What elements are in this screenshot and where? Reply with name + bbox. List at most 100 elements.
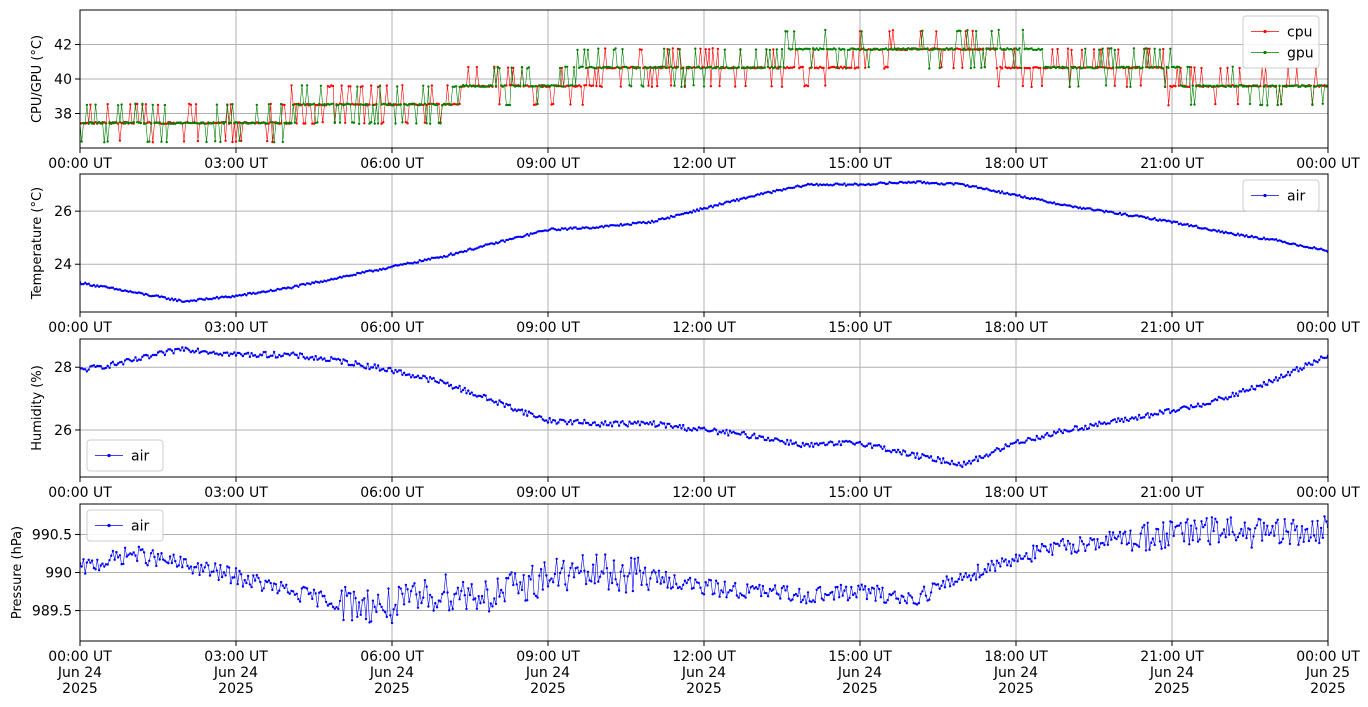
data-point xyxy=(439,600,442,603)
data-point xyxy=(1098,420,1101,423)
data-point xyxy=(883,445,886,448)
data-point xyxy=(921,590,924,593)
data-point xyxy=(782,585,785,588)
data-point xyxy=(900,453,903,456)
data-point xyxy=(104,366,108,370)
data-point xyxy=(1172,534,1175,538)
data-point xyxy=(815,588,818,591)
data-point xyxy=(1153,216,1156,220)
data-point xyxy=(552,102,555,106)
data-point xyxy=(1325,356,1328,359)
data-point xyxy=(375,610,378,614)
data-point xyxy=(647,84,650,87)
data-point xyxy=(189,103,193,107)
data-point xyxy=(413,582,416,585)
data-point xyxy=(974,30,978,33)
data-point xyxy=(692,586,695,590)
data-point xyxy=(238,139,241,142)
data-point xyxy=(434,601,437,605)
data-point xyxy=(144,122,148,125)
data-point xyxy=(990,559,993,563)
data-point xyxy=(935,460,938,463)
data-point xyxy=(1033,557,1037,560)
data-point xyxy=(1273,378,1276,382)
data-point xyxy=(1011,558,1014,561)
data-point xyxy=(1203,523,1207,527)
data-point xyxy=(1075,425,1078,428)
data-point xyxy=(361,599,364,602)
data-point xyxy=(649,221,652,225)
data-point xyxy=(305,84,309,87)
data-point xyxy=(673,574,676,577)
data-point xyxy=(300,84,304,87)
data-point xyxy=(179,555,182,558)
legend-swatch-marker xyxy=(1263,193,1267,198)
data-point xyxy=(297,285,300,288)
data-point xyxy=(155,353,158,357)
data-point xyxy=(955,580,959,583)
data-point xyxy=(309,591,312,594)
data-point xyxy=(671,586,674,589)
data-point xyxy=(1184,85,1188,89)
data-point xyxy=(711,47,714,50)
data-point xyxy=(1318,541,1321,545)
data-point xyxy=(957,461,960,464)
data-point xyxy=(940,584,943,587)
data-point xyxy=(378,85,382,88)
data-point xyxy=(564,420,567,423)
data-point xyxy=(761,584,765,588)
data-point xyxy=(1039,550,1042,553)
data-point xyxy=(437,381,440,384)
data-point xyxy=(460,85,463,89)
data-point xyxy=(304,122,307,125)
chart-panel-3: 26 28 00:00 UT 03:00 UT 06:00 UT 09:00 UT 12:0… xyxy=(30,338,1360,501)
data-point xyxy=(463,594,466,597)
data-point xyxy=(1238,532,1241,535)
data-point xyxy=(1077,549,1080,552)
data-point xyxy=(550,421,553,424)
data-point xyxy=(1214,517,1217,520)
data-point xyxy=(181,566,184,569)
data-point xyxy=(626,575,629,578)
data-point xyxy=(557,421,560,424)
data-point xyxy=(188,349,191,352)
data-point xyxy=(836,443,839,446)
data-point xyxy=(196,562,200,565)
data-point xyxy=(156,552,160,556)
data-point xyxy=(132,551,135,554)
data-point xyxy=(217,578,220,582)
data-point xyxy=(84,572,87,575)
data-point xyxy=(111,360,115,363)
data-point xyxy=(411,374,414,377)
data-point xyxy=(409,590,413,593)
data-point xyxy=(264,350,267,354)
data-point xyxy=(489,602,492,605)
data-point xyxy=(1040,84,1044,88)
data-point xyxy=(295,592,298,595)
data-point xyxy=(714,428,718,432)
data-point xyxy=(860,583,863,586)
data-point xyxy=(751,434,754,437)
data-point xyxy=(352,364,356,367)
data-point xyxy=(1028,67,1032,70)
data-point xyxy=(418,591,421,594)
data-point xyxy=(399,587,402,590)
data-point xyxy=(1070,552,1073,555)
data-point xyxy=(460,390,463,393)
data-point xyxy=(194,103,198,106)
data-point xyxy=(536,596,539,599)
data-point xyxy=(1051,434,1054,437)
data-point xyxy=(1035,434,1039,438)
data-point xyxy=(203,566,206,569)
data-point xyxy=(1150,541,1153,544)
data-point xyxy=(1167,104,1170,107)
data-point xyxy=(1240,390,1243,393)
data-point xyxy=(772,588,775,591)
data-point xyxy=(439,122,442,125)
data-point xyxy=(662,422,666,425)
data-point xyxy=(936,583,940,586)
legend: air xyxy=(86,439,164,472)
data-point xyxy=(1210,516,1214,519)
data-point xyxy=(789,439,792,442)
data-point xyxy=(668,217,671,220)
